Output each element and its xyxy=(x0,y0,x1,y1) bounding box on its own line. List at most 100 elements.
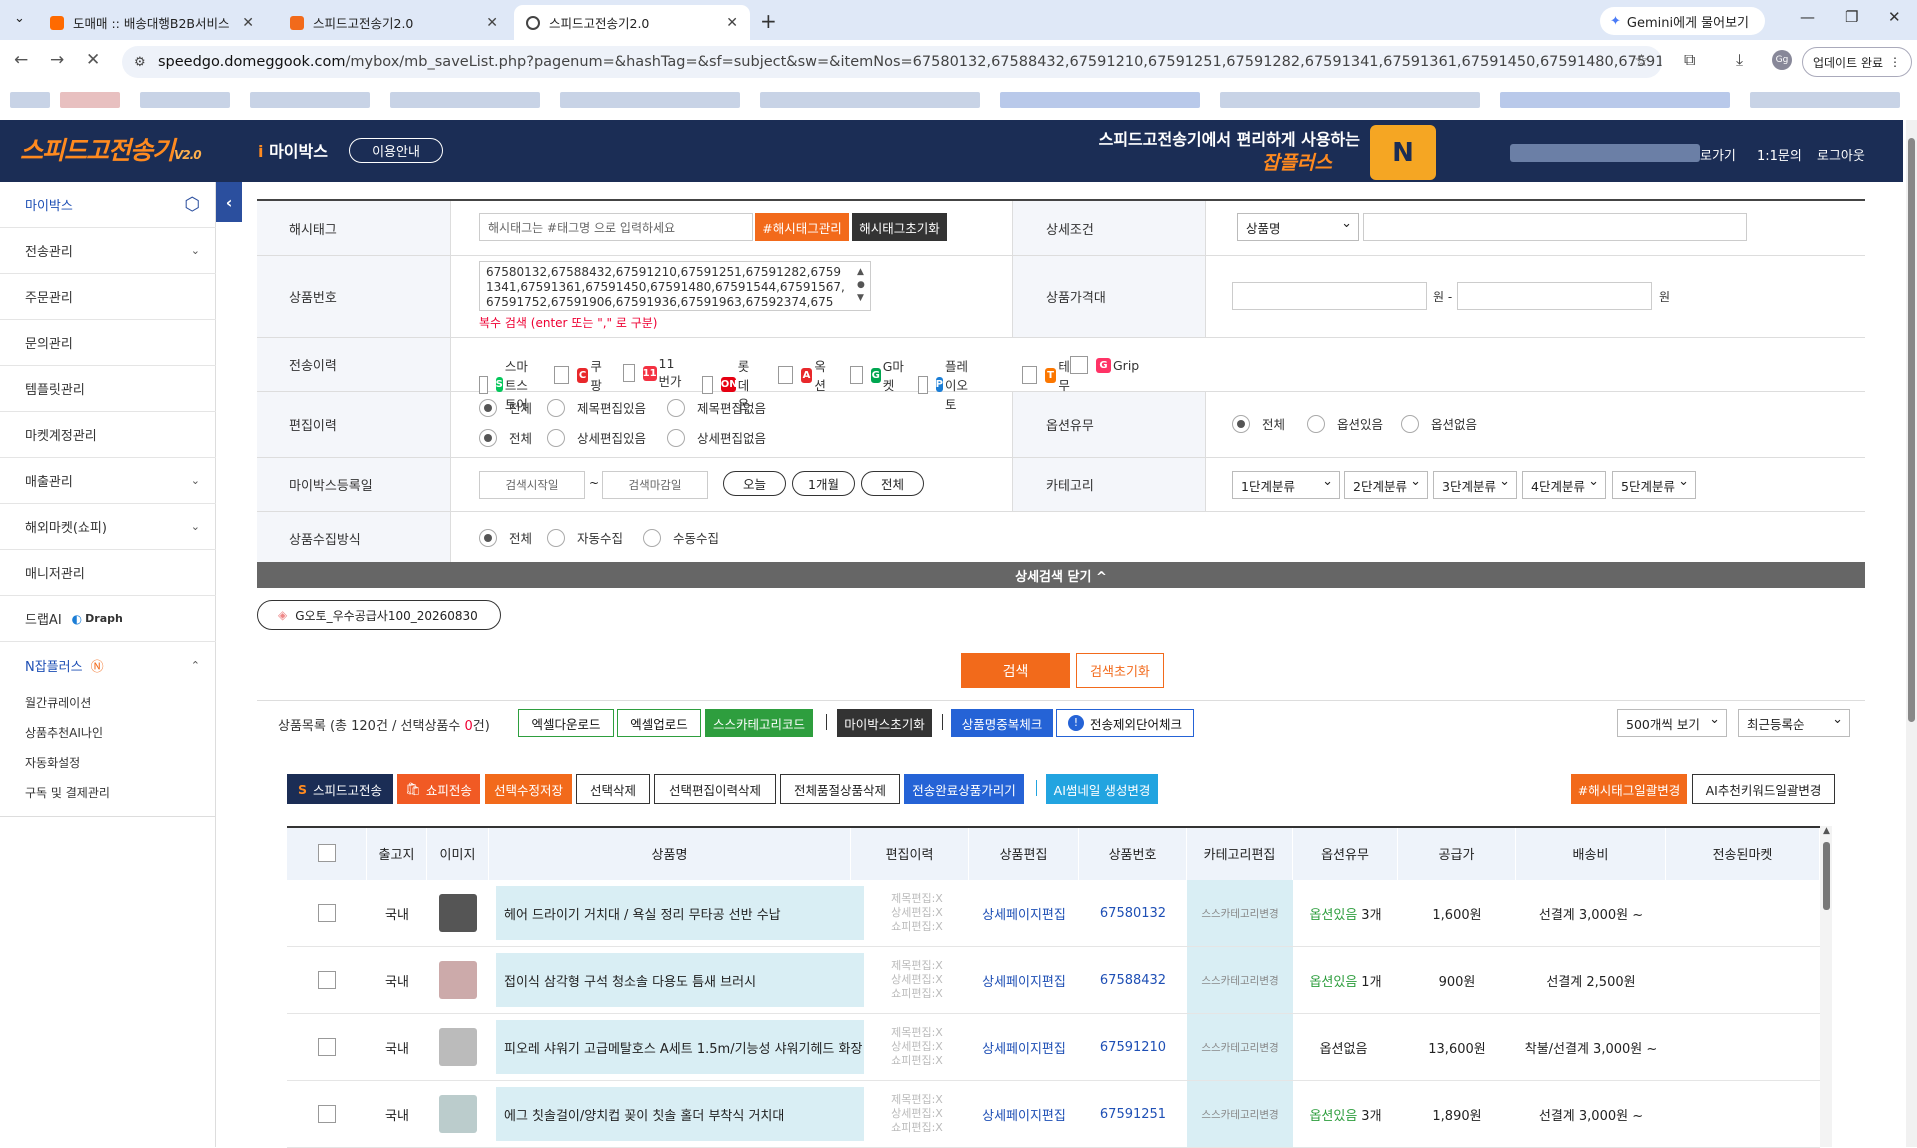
speedgo-transfer-button[interactable]: S 스피드고전송 xyxy=(287,774,393,804)
date-start-input[interactable]: 검색시작일 xyxy=(479,471,585,499)
gemini-button[interactable]: ✦ Gemini에게 물어보기 xyxy=(1600,7,1765,35)
sidebar-subitem[interactable]: 월간큐레이션 xyxy=(25,694,91,711)
option-status[interactable]: 옵션없음 xyxy=(1320,1038,1368,1057)
sidebar-subitem[interactable]: 자동화설정 xyxy=(25,754,80,771)
restore-icon[interactable]: ❐ xyxy=(1845,8,1858,26)
page-size-select[interactable]: 500개씩 보기 xyxy=(1617,709,1727,737)
detail-condition-select[interactable]: 상품명 xyxy=(1237,213,1359,241)
duplicate-name-check-button[interactable]: 상품명중복체크 xyxy=(951,709,1053,737)
price-min-input[interactable] xyxy=(1232,282,1427,310)
category-change-button[interactable]: 스스카테고리변경 xyxy=(1187,880,1293,946)
checkbox[interactable] xyxy=(318,971,336,989)
bookmark-item[interactable] xyxy=(560,92,740,108)
product-number-link[interactable]: 67591251 xyxy=(1079,1081,1187,1147)
itemno-textarea[interactable]: 67580132,67588432,67591210,67591251,6759… xyxy=(479,261,871,311)
category-level2-select[interactable]: 2단계분류 xyxy=(1344,471,1428,499)
detail-edit-all-radio[interactable]: 전체 xyxy=(479,428,532,447)
excel-upload-button[interactable]: 엑셀업로드 xyxy=(617,709,701,737)
back-icon[interactable]: ← xyxy=(14,50,28,70)
bookmark-item[interactable] xyxy=(1750,92,1900,108)
qna-link[interactable]: 1:1문의 xyxy=(1757,145,1802,164)
checkbox[interactable] xyxy=(318,1105,336,1123)
saved-search-preset[interactable]: ◈ G오토_우수공급사100_20260830 xyxy=(257,600,501,630)
thumbnail-cell[interactable] xyxy=(427,880,489,946)
sidebar-item-draph[interactable]: 드랩AI ◐ Draph xyxy=(0,596,216,642)
minimize-icon[interactable]: — xyxy=(1800,8,1815,26)
date-1month-button[interactable]: 1개월 xyxy=(792,471,855,496)
njob-plus-logo[interactable]: 잡플러스 xyxy=(1262,148,1332,175)
sidebar-item-inquiry[interactable]: 문의관리 xyxy=(0,320,216,366)
checkbox[interactable] xyxy=(318,1038,336,1056)
bookmark-item[interactable] xyxy=(60,92,120,108)
close-window-icon[interactable]: ✕ xyxy=(1888,8,1901,26)
delete-soldout-button[interactable]: 전체품절상품삭제 xyxy=(780,774,900,804)
shopee-transfer-button[interactable]: 🛍 쇼피전송 xyxy=(397,774,480,804)
collect-manual-radio[interactable]: 수동수집 xyxy=(643,528,719,547)
table-scroll-thumb[interactable] xyxy=(1823,842,1830,910)
option-no-radio[interactable]: 옵션없음 xyxy=(1401,414,1477,433)
link-go[interactable]: 로가기 xyxy=(1700,145,1736,164)
excluded-words-check-button[interactable]: ! 전송제외단어체크 xyxy=(1056,709,1194,737)
hashtag-manage-button[interactable]: #해시태그관리 xyxy=(755,213,849,241)
close-tab-icon[interactable]: ✕ xyxy=(726,15,738,31)
delete-selected-button[interactable]: 선택삭제 xyxy=(576,774,650,804)
market-checkbox-8[interactable]: T 테무 xyxy=(1022,356,1077,394)
checkbox[interactable] xyxy=(317,844,336,862)
extensions-icon[interactable]: ⧉ xyxy=(1684,50,1695,70)
select-all-checkbox[interactable] xyxy=(287,826,367,880)
search-button[interactable]: 검색 xyxy=(961,653,1070,688)
market-checkbox-2[interactable]: C 쿠팡 xyxy=(554,356,609,394)
sidebar-item-template[interactable]: 템플릿관리 xyxy=(0,366,216,412)
bookmark-item[interactable] xyxy=(1220,92,1480,108)
row-checkbox[interactable] xyxy=(287,947,367,1013)
ai-thumbnail-button[interactable]: AI썸네일 생성변경 xyxy=(1046,774,1158,804)
sort-select[interactable]: 최근등록순 xyxy=(1738,709,1850,737)
title-edited-radio[interactable]: 제목편집있음 xyxy=(547,398,646,417)
profile-avatar[interactable]: Gg xyxy=(1772,50,1792,70)
product-name-input[interactable]: 헤어 드라이기 거치대 / 욕실 정리 무타공 선반 수납 xyxy=(496,886,864,940)
detail-condition-input[interactable] xyxy=(1363,213,1747,241)
detail-edited-radio[interactable]: 상세편집있음 xyxy=(547,428,646,447)
update-button[interactable]: 업데이트 완료 ⋮ xyxy=(1802,47,1912,77)
sidebar-item-market-account[interactable]: 마켓계정관리 xyxy=(0,412,216,458)
sidebar-item-overseas[interactable]: 해외마켓(쇼피) ⌄ xyxy=(0,504,216,550)
product-number-link[interactable]: 67580132 xyxy=(1079,880,1187,946)
logout-link[interactable]: 로그아웃 xyxy=(1817,145,1865,164)
njob-plus-icon[interactable]: N xyxy=(1370,125,1436,180)
site-info-icon[interactable]: ⚙ xyxy=(134,55,146,70)
product-name-input[interactable]: 피오레 샤워기 고급메탈호스 A세트 1.5m/기능성 샤워기헤드 화장 xyxy=(496,1020,864,1074)
product-thumbnail[interactable] xyxy=(439,1095,477,1133)
sidebar-item-njobplus[interactable]: N잡플러스 Ⓝ ⌃ xyxy=(0,642,216,688)
detail-page-edit-link[interactable]: 상세페이지편집 xyxy=(969,1081,1079,1147)
guide-button[interactable]: 이용안내 xyxy=(349,138,443,163)
title-edit-all-radio[interactable]: 전체 xyxy=(479,398,532,417)
option-status[interactable]: 옵션있음 xyxy=(1309,904,1357,923)
product-thumbnail[interactable] xyxy=(439,894,477,932)
detail-not-edited-radio[interactable]: 상세편집없음 xyxy=(667,428,766,447)
category-code-button[interactable]: 스스카테고리코드 xyxy=(705,709,813,737)
option-status[interactable]: 옵션있음 xyxy=(1309,971,1357,990)
textarea-scroll[interactable]: ▲ ● ▼ xyxy=(857,266,865,305)
tab-list-icon[interactable]: ⌄ xyxy=(14,11,25,26)
row-checkbox[interactable] xyxy=(287,1081,367,1147)
hashtag-bulk-change-button[interactable]: #해시태그일괄변경 xyxy=(1571,774,1687,804)
stop-icon[interactable]: ✕ xyxy=(86,50,100,70)
detail-page-edit-link[interactable]: 상세페이지편집 xyxy=(969,1014,1079,1080)
row-checkbox[interactable] xyxy=(287,1014,367,1080)
product-name-input[interactable]: 에그 칫솔걸이/양치컵 꽂이 칫솔 홀더 부착식 거치대 xyxy=(496,1087,864,1141)
detail-page-edit-link[interactable]: 상세페이지편집 xyxy=(969,880,1079,946)
thumbnail-cell[interactable] xyxy=(427,1081,489,1147)
mybox-reset-button[interactable]: 마이박스초기화 xyxy=(837,709,932,737)
market-checkbox-5[interactable]: A 옥션 xyxy=(778,356,833,394)
new-tab-icon[interactable]: + xyxy=(760,9,777,33)
row-checkbox[interactable] xyxy=(287,880,367,946)
collapse-sidebar-button[interactable]: ‹ xyxy=(216,182,242,222)
bookmark-item[interactable] xyxy=(390,92,540,108)
product-number-link[interactable]: 67591210 xyxy=(1079,1014,1187,1080)
market-checkbox-6[interactable]: G G마켓 xyxy=(850,356,905,394)
thumbnail-cell[interactable] xyxy=(427,1014,489,1080)
close-tab-icon[interactable]: ✕ xyxy=(242,15,254,31)
close-detail-search-button[interactable]: 상세검색 닫기 ^ xyxy=(257,562,1865,588)
bookmark-item[interactable] xyxy=(1000,92,1200,108)
bookmark-item[interactable] xyxy=(140,92,230,108)
